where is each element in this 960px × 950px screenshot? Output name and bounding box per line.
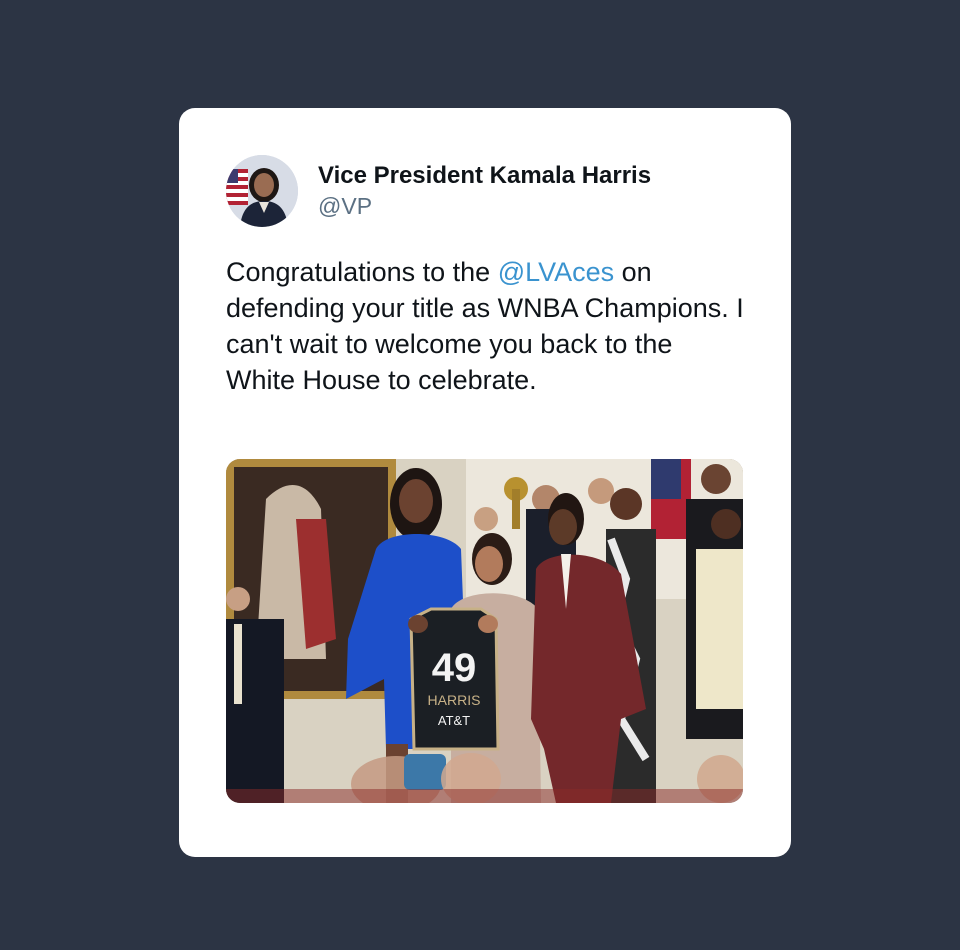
author-display-name[interactable]: Vice President Kamala Harris (318, 161, 651, 191)
jersey-sponsor: AT&T (438, 713, 470, 728)
tweet-header: Vice President Kamala Harris @VP (226, 155, 651, 227)
avatar-image (226, 155, 298, 227)
tweet-text: Congratulations to the @LVAces on defend… (226, 254, 746, 398)
jersey-number: 49 (432, 646, 477, 690)
mention-link[interactable]: @LVAces (498, 257, 614, 287)
tweet-text-before: Congratulations to the (226, 257, 498, 287)
author-names: Vice President Kamala Harris @VP (318, 161, 651, 221)
author-handle[interactable]: @VP (318, 191, 651, 221)
photo-image: 49 HARRIS AT&T (226, 459, 743, 803)
tweet-photo[interactable]: 49 HARRIS AT&T (226, 459, 743, 803)
profile-avatar[interactable] (226, 155, 298, 227)
jersey-name: HARRIS (428, 692, 481, 708)
tweet-card[interactable]: Vice President Kamala Harris @VP Congrat… (179, 108, 791, 857)
